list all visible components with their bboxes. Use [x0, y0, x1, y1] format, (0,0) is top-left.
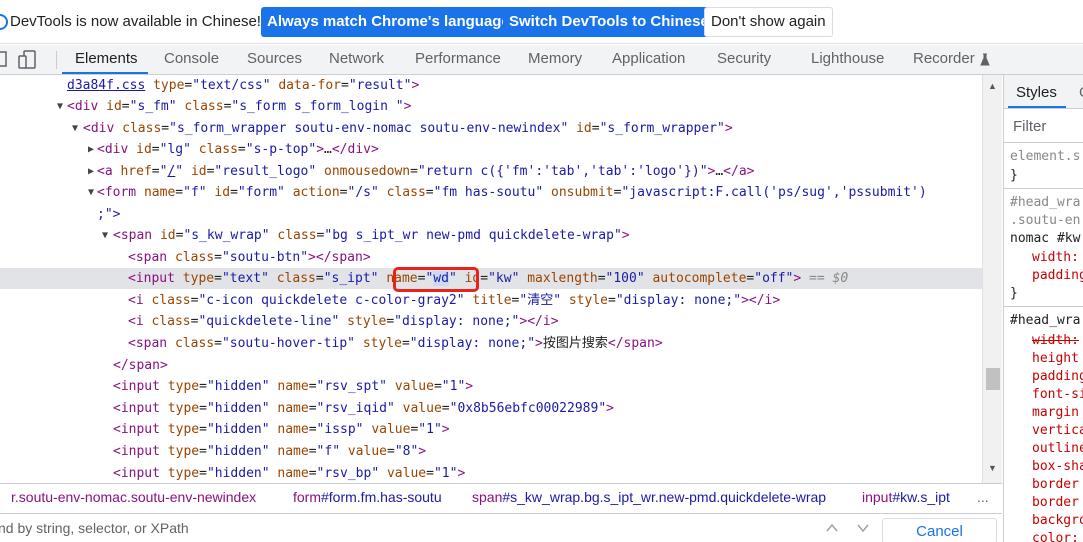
breadcrumb-item-active[interactable]: input#kw.s_ipt — [862, 484, 950, 511]
tab-computed[interactable]: C — [1079, 84, 1083, 101]
scrollbar-thumb[interactable] — [986, 368, 1000, 390]
tab-sources[interactable]: Sources — [247, 45, 302, 74]
style-property[interactable]: height — [1032, 350, 1079, 368]
dom-scrollbar[interactable]: ▲ ▼ — [982, 75, 1002, 483]
stylesheet-link[interactable]: d3a84f.css — [67, 78, 145, 93]
style-rule-selector[interactable]: .soutu-en — [1010, 212, 1080, 230]
scroll-down-arrow-icon[interactable]: ▼ — [988, 463, 997, 473]
dom-node[interactable]: <span class="soutu-btn"></span> — [0, 247, 982, 268]
expand-triangle-icon[interactable]: ▶ — [88, 139, 94, 160]
search-next-icon[interactable] — [857, 523, 869, 533]
dom-search-bar: nd by string, selector, or XPath Cancel — [0, 513, 1002, 542]
style-property[interactable]: font-si — [1032, 386, 1083, 404]
dom-node[interactable]: <input type="hidden" name="rsv_spt" valu… — [0, 376, 982, 397]
style-rule-divider — [1004, 306, 1083, 307]
search-input[interactable]: nd by string, selector, or XPath — [0, 520, 189, 536]
dom-node[interactable]: <input type="hidden" name="f" value="8"> — [0, 441, 982, 462]
style-property[interactable]: padding — [1032, 267, 1083, 285]
style-rule-selector[interactable]: #head_wra — [1010, 312, 1080, 330]
dom-node[interactable]: ▼ <div class="s_form_wrapper soutu-env-n… — [0, 118, 982, 139]
inspect-element-icon[interactable] — [0, 51, 10, 69]
style-rule-selector[interactable]: nomac #kw — [1010, 230, 1080, 248]
tab-performance[interactable]: Performance — [415, 45, 501, 74]
tab-application[interactable]: Application — [612, 45, 685, 74]
dom-node[interactable]: ▼ <form name="f" id="form" action="/s" c… — [0, 182, 982, 203]
dom-node-close[interactable]: </span> — [0, 355, 982, 376]
search-prev-icon[interactable] — [826, 523, 838, 533]
tab-security[interactable]: Security — [717, 45, 771, 74]
dom-node-selected[interactable]: <input type="text" class="s_ipt" name="w… — [0, 268, 982, 289]
style-rule-selector[interactable]: #head_wra — [1010, 194, 1080, 212]
tab-lighthouse[interactable]: Lighthouse — [811, 45, 884, 74]
infobar-message: DevTools is now available in Chinese! — [10, 13, 261, 30]
tab-console[interactable]: Console — [164, 45, 219, 74]
experiment-flask-icon — [980, 53, 990, 66]
style-property[interactable]: border — [1032, 494, 1079, 512]
dom-node[interactable]: <span class="soutu-hover-tip" style="dis… — [0, 333, 982, 354]
style-property[interactable]: padding — [1032, 368, 1083, 386]
breadcrumb-more[interactable]: ... — [977, 484, 989, 511]
dom-node[interactable]: <input type="hidden" name="rsv_iqid" val… — [0, 398, 982, 419]
tab-styles[interactable]: Styles — [1016, 84, 1057, 101]
collapse-triangle-icon[interactable]: ▼ — [57, 96, 63, 117]
breadcrumb-item[interactable]: r.soutu-env-nomac.soutu-env-newindex — [11, 484, 256, 511]
style-rule-close: } — [1010, 286, 1018, 301]
style-property[interactable]: box-sha — [1032, 458, 1083, 476]
dom-node[interactable]: d3a84f.css type="text/css" data-for="res… — [0, 75, 982, 96]
tab-network[interactable]: Network — [329, 45, 384, 74]
dom-node[interactable]: <i class="quickdelete-line" style="displ… — [0, 311, 982, 332]
expand-triangle-icon[interactable]: ▶ — [88, 161, 94, 182]
styles-filter[interactable]: Filter — [1004, 110, 1083, 143]
style-rule-close: } — [1010, 168, 1018, 183]
dom-node[interactable]: <i class="c-icon quickdelete c-color-gra… — [0, 290, 982, 311]
collapse-triangle-icon[interactable]: ▼ — [72, 118, 78, 139]
styles-tabbar: Styles C — [1004, 75, 1083, 109]
dom-node[interactable]: <input type="hidden" name="issp" value="… — [0, 419, 982, 440]
dom-node[interactable]: ▼ <div id="s_fm" class="s_form s_form_lo… — [0, 96, 982, 117]
toolbar-divider — [56, 51, 57, 69]
active-tab-indicator — [1008, 106, 1066, 108]
cancel-search-button[interactable]: Cancel — [882, 518, 997, 542]
filter-input[interactable]: Filter — [1013, 118, 1046, 135]
collapse-triangle-icon[interactable]: ▼ — [88, 182, 94, 203]
breadcrumb: r.soutu-env-nomac.soutu-env-newindex for… — [0, 483, 1002, 513]
language-infobar: DevTools is now available in Chinese! Al… — [0, 0, 1083, 44]
devtools-tabbar: Elements Console Sources Network Perform… — [0, 45, 1083, 75]
device-toggle-icon[interactable] — [18, 50, 40, 70]
style-property[interactable]: width: — [1032, 249, 1079, 267]
style-property[interactable]: outline — [1032, 440, 1083, 458]
tab-memory[interactable]: Memory — [528, 45, 582, 74]
annotation-highlight-box — [393, 267, 479, 292]
style-rule-selector[interactable]: element.s — [1010, 148, 1080, 166]
dom-node[interactable]: ▶ <a href="/" id="result_logo" onmousedo… — [0, 161, 982, 182]
style-rule-divider — [1004, 188, 1083, 189]
dom-node[interactable]: ▼ <span id="s_kw_wrap" class="bg s_ipt_w… — [0, 225, 982, 246]
dom-node-continuation: ;"> — [97, 207, 121, 222]
tab-elements[interactable]: Elements — [75, 45, 138, 74]
switch-chinese-button[interactable]: Switch DevTools to Chinese — [503, 7, 715, 37]
dont-show-again-button[interactable]: Don't show again — [704, 7, 833, 37]
dom-tree[interactable]: d3a84f.css type="text/css" data-for="res… — [0, 75, 982, 483]
selected-node-marker: == $0 — [809, 271, 849, 286]
dom-node[interactable]: <input type="hidden" name="rsv_bp" value… — [0, 463, 982, 483]
match-language-button[interactable]: Always match Chrome's language — [261, 7, 516, 37]
style-property[interactable]: vertica — [1032, 422, 1083, 440]
style-property-overridden[interactable]: width: — [1032, 332, 1079, 350]
scroll-up-arrow-icon[interactable]: ▲ — [988, 81, 997, 91]
info-icon — [0, 14, 8, 30]
active-tab-indicator — [62, 72, 148, 74]
dom-node[interactable]: ▶ <div id="lg" class="s-p-top">…</div> — [0, 139, 982, 160]
breadcrumb-item[interactable]: span#s_kw_wrap.bg.s_ipt_wr.new-pmd.quick… — [472, 484, 826, 511]
style-property[interactable]: color: — [1032, 530, 1079, 542]
breadcrumb-item[interactable]: form#form.fm.has-soutu — [293, 484, 442, 511]
tab-recorder[interactable]: Recorder — [913, 45, 975, 74]
style-property[interactable]: border — [1032, 476, 1079, 494]
collapse-triangle-icon[interactable]: ▼ — [102, 225, 108, 246]
styles-pane: Styles C Filter element.s } #head_wra .s… — [1003, 75, 1083, 542]
style-property[interactable]: margin — [1032, 404, 1079, 422]
style-property[interactable]: backgro — [1032, 512, 1083, 530]
